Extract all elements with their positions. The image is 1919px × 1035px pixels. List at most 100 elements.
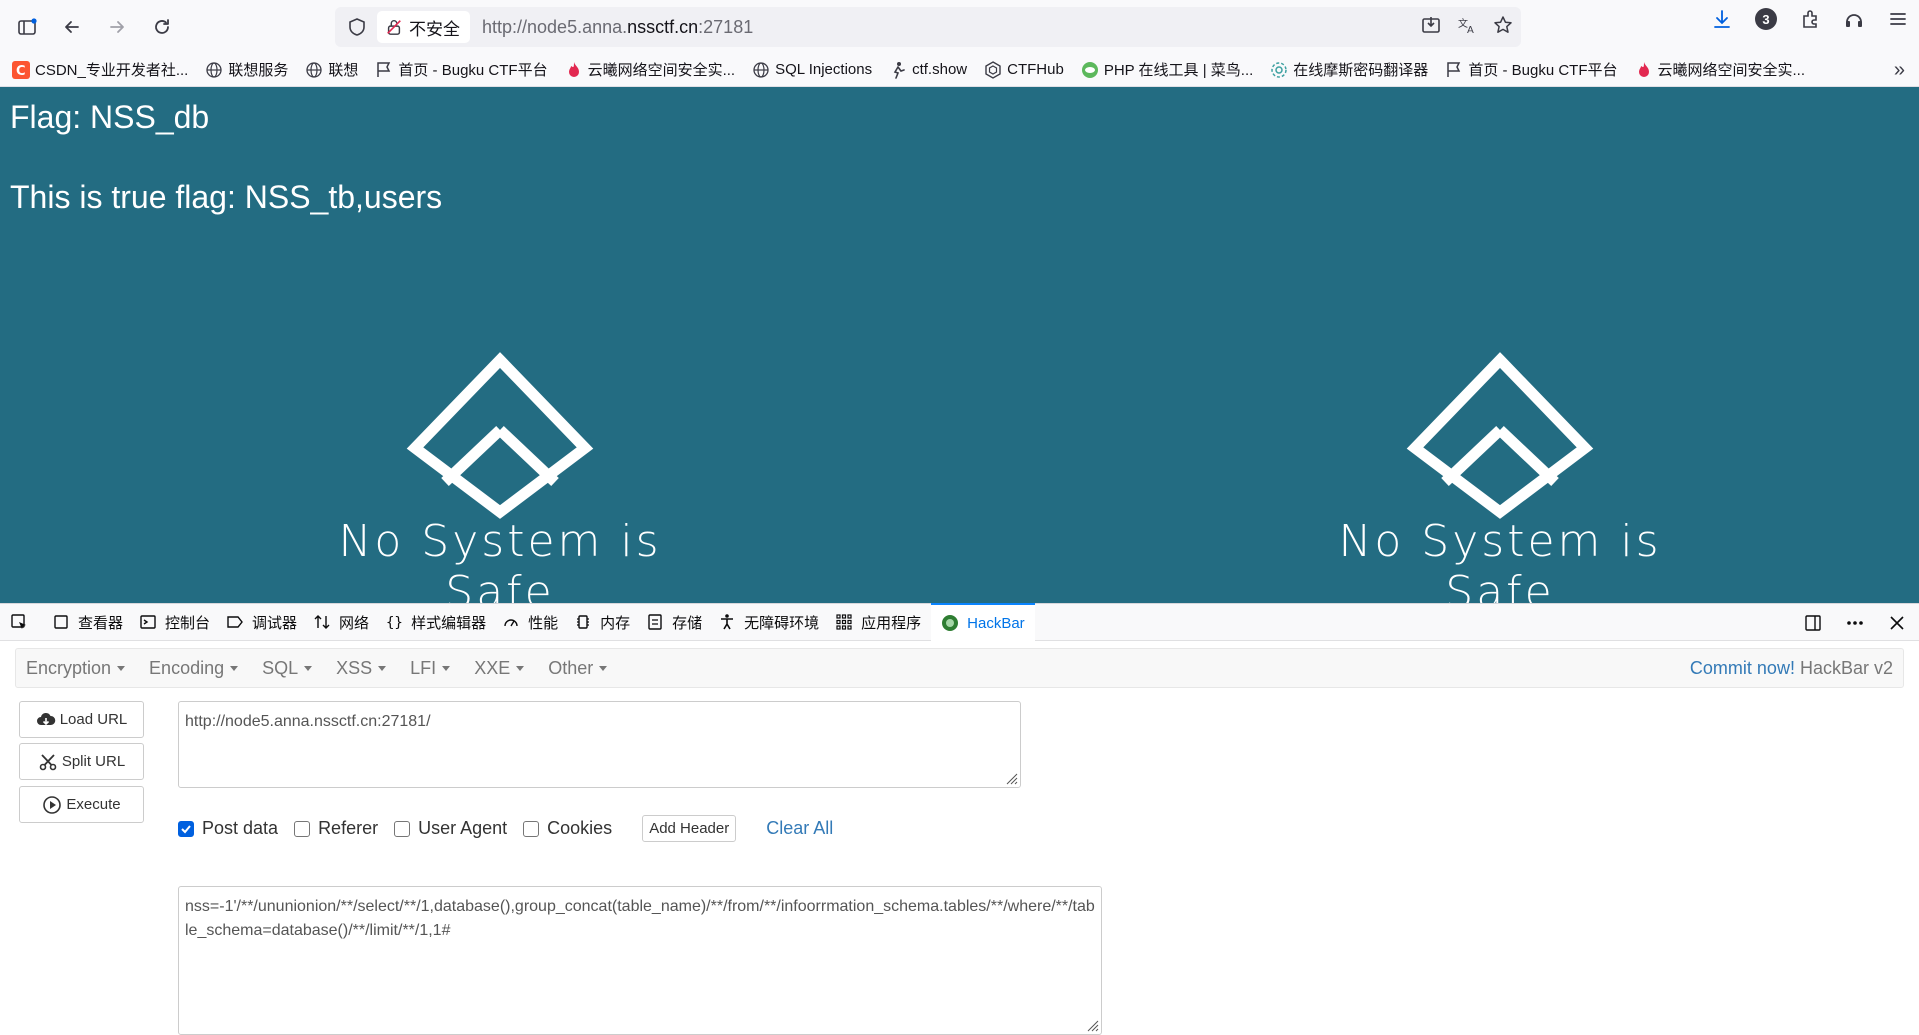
bookmark-item[interactable]: 在线摩斯密码翻译器: [1270, 59, 1428, 80]
bookmark-item[interactable]: 联想服务: [205, 59, 288, 80]
bookmark-star-icon[interactable]: [1493, 15, 1513, 35]
shield-icon[interactable]: [347, 17, 367, 37]
bookmarks-overflow-icon[interactable]: »: [1894, 59, 1905, 82]
tab-label: HackBar: [967, 614, 1025, 632]
post-data-option[interactable]: Post data: [178, 818, 278, 839]
translate-icon[interactable]: 文A: [1457, 15, 1477, 35]
commit-notice: Commit now! HackBar v2: [1690, 658, 1893, 679]
back-button[interactable]: [54, 9, 90, 45]
svg-text:C: C: [16, 64, 26, 79]
split-url-button[interactable]: Split URL: [19, 743, 144, 780]
bookmark-item[interactable]: 首页 - Bugku CTF平台: [1445, 59, 1618, 80]
execute-button[interactable]: Execute: [19, 786, 144, 823]
play-circle-icon: [43, 795, 62, 814]
bookmark-item[interactable]: ctf.show: [889, 61, 967, 79]
flag-icon: [375, 61, 393, 79]
close-icon[interactable]: [1887, 613, 1907, 633]
tab-style-editor[interactable]: {} 样式编辑器: [385, 603, 486, 641]
referer-option[interactable]: Referer: [294, 818, 378, 839]
tab-console[interactable]: 控制台: [139, 603, 210, 641]
add-header-button[interactable]: Add Header: [642, 815, 737, 842]
post-data-textarea[interactable]: nss=-1'/**/ununionion/**/select/**/1,dat…: [178, 886, 1102, 1035]
split-url-label: Split URL: [61, 753, 126, 770]
menu-xxe[interactable]: XXE: [474, 657, 525, 679]
tab-hackbar[interactable]: HackBar: [931, 603, 1035, 641]
tab-label: 网络: [339, 614, 370, 632]
install-page-icon[interactable]: [1421, 15, 1441, 35]
sync-icon[interactable]: [1843, 8, 1865, 30]
bookmark-label: CTFHub: [1007, 61, 1064, 78]
bookmark-item[interactable]: PHP 在线工具 | 菜鸟...: [1081, 59, 1253, 80]
runner-icon: [889, 61, 907, 79]
dock-side-icon[interactable]: [1803, 613, 1823, 633]
tab-accessibility[interactable]: 无障碍环境: [718, 603, 819, 641]
resize-grip-icon[interactable]: [1004, 771, 1018, 785]
bookmark-item[interactable]: CTFHub: [984, 60, 1064, 79]
reload-button[interactable]: [144, 9, 180, 45]
menu-label: Other: [548, 657, 594, 678]
tab-application[interactable]: 应用程序: [835, 603, 921, 641]
bookmark-label: 云曦网络空间安全实...: [587, 62, 736, 79]
menu-label: XXE: [474, 657, 511, 678]
url-prefix: http://node5.anna.: [482, 16, 628, 37]
menu-other[interactable]: Other: [548, 657, 608, 679]
menu-icon[interactable]: [1887, 8, 1909, 30]
bookmark-item[interactable]: 云曦网络空间安全实...: [1635, 59, 1805, 80]
menu-encryption[interactable]: Encryption: [26, 658, 126, 679]
url-suffix: :27181: [698, 16, 754, 37]
menu-sql[interactable]: SQL: [262, 658, 313, 679]
sidebar-toggle-icon[interactable]: [9, 9, 45, 45]
tab-label: 控制台: [165, 614, 211, 632]
url-textarea[interactable]: http://node5.anna.nssctf.cn:27181/: [178, 701, 1021, 788]
downloads-icon[interactable]: [1711, 8, 1733, 30]
cookies-checkbox[interactable]: [523, 820, 540, 837]
url-text[interactable]: http://node5.anna.nssctf.cn:27181: [482, 17, 753, 38]
url-bar[interactable]: 不安全 http://node5.anna.nssctf.cn:27181 文A: [335, 7, 1521, 47]
cloud-download-icon: [36, 712, 55, 725]
tab-label: 内存: [600, 614, 631, 632]
tab-label: 无障碍环境: [744, 614, 820, 632]
post-data-checkbox[interactable]: [178, 820, 194, 837]
tab-network[interactable]: 网络: [313, 603, 369, 641]
cookies-option[interactable]: Cookies: [523, 818, 612, 839]
hackbar-options: Post data Referer User Agent Cookies Add…: [178, 815, 833, 842]
tab-performance[interactable]: 性能: [502, 603, 558, 641]
account-badge[interactable]: 3: [1755, 8, 1777, 30]
clear-all-link[interactable]: Clear All: [766, 818, 833, 839]
tab-inspector[interactable]: 查看器: [52, 603, 123, 641]
fire-icon: [565, 61, 583, 79]
tab-storage[interactable]: 存储: [646, 603, 702, 641]
element-picker-icon[interactable]: [10, 603, 36, 641]
debugger-icon: [227, 616, 243, 628]
svg-text:{}: {}: [386, 615, 403, 631]
bookmark-item[interactable]: 云曦网络空间安全实...: [565, 59, 736, 80]
bookmark-label: CSDN_专业开发者社...: [35, 62, 189, 79]
bookmark-item[interactable]: 首页 - Bugku CTF平台: [375, 59, 548, 80]
bookmark-item[interactable]: SQL Injections: [752, 61, 872, 79]
menu-lfi[interactable]: LFI: [410, 658, 451, 679]
tab-memory[interactable]: 内存: [574, 603, 630, 641]
user-agent-option[interactable]: User Agent: [394, 818, 507, 839]
load-url-button[interactable]: Load URL: [19, 701, 144, 738]
commit-link[interactable]: Commit now!: [1690, 658, 1795, 678]
extensions-icon[interactable]: [1799, 8, 1821, 30]
user-agent-checkbox[interactable]: [394, 820, 411, 837]
menu-xss[interactable]: XSS: [336, 658, 387, 679]
bookmark-item[interactable]: 联想: [305, 59, 358, 80]
menu-encoding[interactable]: Encoding: [149, 657, 239, 679]
insecure-badge[interactable]: 不安全: [377, 11, 470, 43]
bookmark-item[interactable]: C CSDN_专业开发者社...: [12, 59, 188, 80]
referer-checkbox[interactable]: [294, 820, 311, 837]
hackbar-icon: [942, 615, 959, 631]
accessibility-icon: [721, 614, 734, 630]
bookmark-label: PHP 在线工具 | 菜鸟...: [1103, 62, 1254, 79]
insecure-label: 不安全: [409, 19, 460, 39]
caret-down-icon: [442, 665, 451, 671]
tab-debugger[interactable]: 调试器: [226, 603, 297, 641]
storage-icon: [648, 614, 662, 630]
menu-label: Encoding: [149, 657, 225, 678]
forward-button[interactable]: [99, 9, 135, 45]
more-options-icon[interactable]: [1845, 613, 1865, 633]
resize-grip-icon[interactable]: [1085, 1018, 1099, 1032]
hackbar-version: HackBar v2: [1794, 657, 1893, 678]
